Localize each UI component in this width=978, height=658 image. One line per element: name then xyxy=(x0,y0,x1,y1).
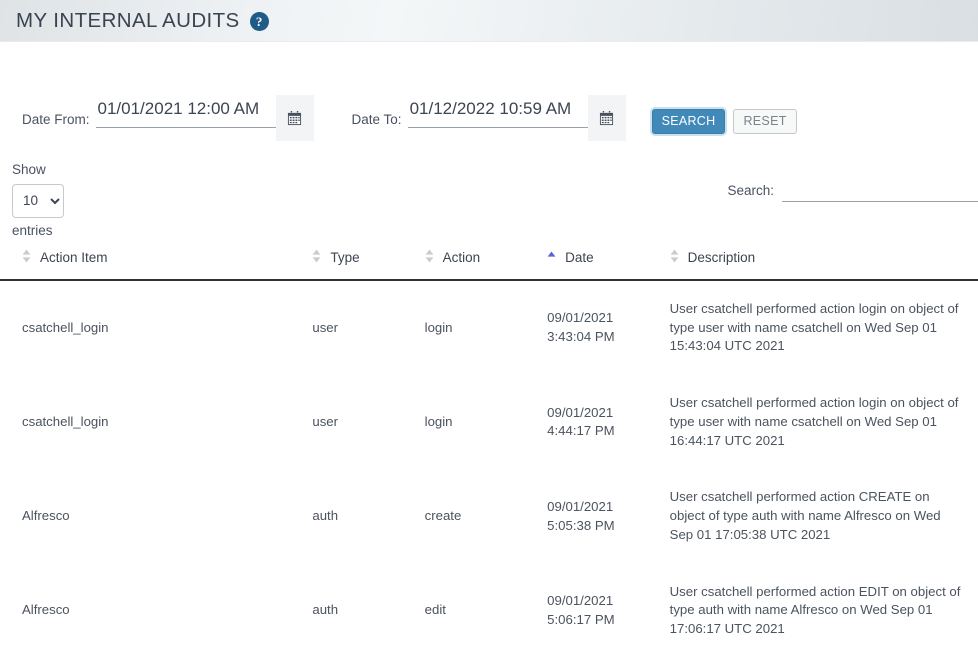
cell-type: user xyxy=(312,280,424,375)
column-label: Action Item xyxy=(40,250,108,265)
cell-type: auth xyxy=(312,469,424,563)
cell-action: create xyxy=(425,469,548,563)
column-header-action-item[interactable]: Action Item xyxy=(0,249,312,280)
table-search-group: Search: xyxy=(727,180,978,202)
audit-table: Action Item Type xyxy=(0,249,978,658)
cell-action: login xyxy=(425,280,548,375)
table-header-row: Action Item Type xyxy=(0,249,978,280)
column-label: Action xyxy=(443,250,481,265)
table-row[interactable]: csatchell_login user login 09/01/2021 3:… xyxy=(0,280,978,375)
sort-both-icon xyxy=(22,249,31,266)
cell-description: User csatchell performed action CREATE o… xyxy=(670,469,978,563)
date-from-field xyxy=(96,95,276,128)
help-circle-icon[interactable]: ? xyxy=(250,12,269,31)
date-to-label: Date To: xyxy=(352,95,402,127)
table-body: csatchell_login user login 09/01/2021 3:… xyxy=(0,280,978,658)
reset-button[interactable]: RESET xyxy=(733,109,796,134)
cell-action: edit xyxy=(425,564,548,658)
cell-action-item: csatchell_login xyxy=(0,375,312,469)
cell-date: 09/01/2021 5:05:38 PM xyxy=(547,469,670,563)
date-from-input[interactable] xyxy=(96,95,276,128)
column-label: Type xyxy=(330,250,359,265)
date-from-calendar-button[interactable] xyxy=(276,95,314,141)
cell-type: user xyxy=(312,375,424,469)
table-head: Action Item Type xyxy=(0,249,978,280)
calendar-icon xyxy=(599,111,614,126)
column-header-date[interactable]: Date xyxy=(547,249,670,280)
table-row[interactable]: Alfresco auth create 09/01/2021 5:05:38 … xyxy=(0,469,978,563)
date-to-calendar-button[interactable] xyxy=(588,95,626,141)
cell-description: User csatchell performed action EDIT on … xyxy=(670,564,978,658)
cell-action-item: csatchell_login xyxy=(0,280,312,375)
show-label: Show xyxy=(12,163,64,178)
cell-action: login xyxy=(425,375,548,469)
sort-both-icon xyxy=(670,249,679,266)
column-label: Description xyxy=(688,250,756,265)
page-title: MY INTERNAL AUDITS xyxy=(16,9,240,33)
filter-button-group: SEARCH RESET xyxy=(652,95,797,134)
cell-description: User csatchell performed action login on… xyxy=(670,280,978,375)
date-to-group: Date To: xyxy=(352,95,626,141)
cell-date: 09/01/2021 3:43:04 PM xyxy=(547,280,670,375)
cell-date: 09/01/2021 4:44:17 PM xyxy=(547,375,670,469)
calendar-icon xyxy=(287,111,302,126)
table-row[interactable]: Alfresco auth edit 09/01/2021 5:06:17 PM… xyxy=(0,564,978,658)
cell-action-item: Alfresco xyxy=(0,564,312,658)
search-input[interactable] xyxy=(782,180,978,202)
cell-type: auth xyxy=(312,564,424,658)
show-entries-group: Show 10 entries xyxy=(12,163,64,239)
search-label: Search: xyxy=(727,183,774,202)
table-controls: Show 10 entries Search: xyxy=(0,163,978,249)
entries-per-page-select[interactable]: 10 xyxy=(12,184,64,218)
date-filter-bar: Date From: Date To: xyxy=(0,95,978,163)
column-label: Date xyxy=(565,250,594,265)
table-row[interactable]: csatchell_login user login 09/01/2021 4:… xyxy=(0,375,978,469)
date-to-input[interactable] xyxy=(408,95,588,128)
date-from-label: Date From: xyxy=(22,95,90,127)
cell-date: 09/01/2021 5:06:17 PM xyxy=(547,564,670,658)
date-from-group: Date From: xyxy=(22,95,314,141)
column-header-description[interactable]: Description xyxy=(670,249,978,280)
cell-description: User csatchell performed action login on… xyxy=(670,375,978,469)
entries-label: entries xyxy=(12,224,64,239)
sort-ascending-icon xyxy=(547,249,556,266)
search-button[interactable]: SEARCH xyxy=(652,109,726,134)
sort-both-icon xyxy=(425,249,434,266)
page-header: MY INTERNAL AUDITS ? xyxy=(0,0,978,42)
column-header-action[interactable]: Action xyxy=(425,249,548,280)
sort-both-icon xyxy=(312,249,321,266)
cell-action-item: Alfresco xyxy=(0,469,312,563)
column-header-type[interactable]: Type xyxy=(312,249,424,280)
date-to-field xyxy=(408,95,588,128)
